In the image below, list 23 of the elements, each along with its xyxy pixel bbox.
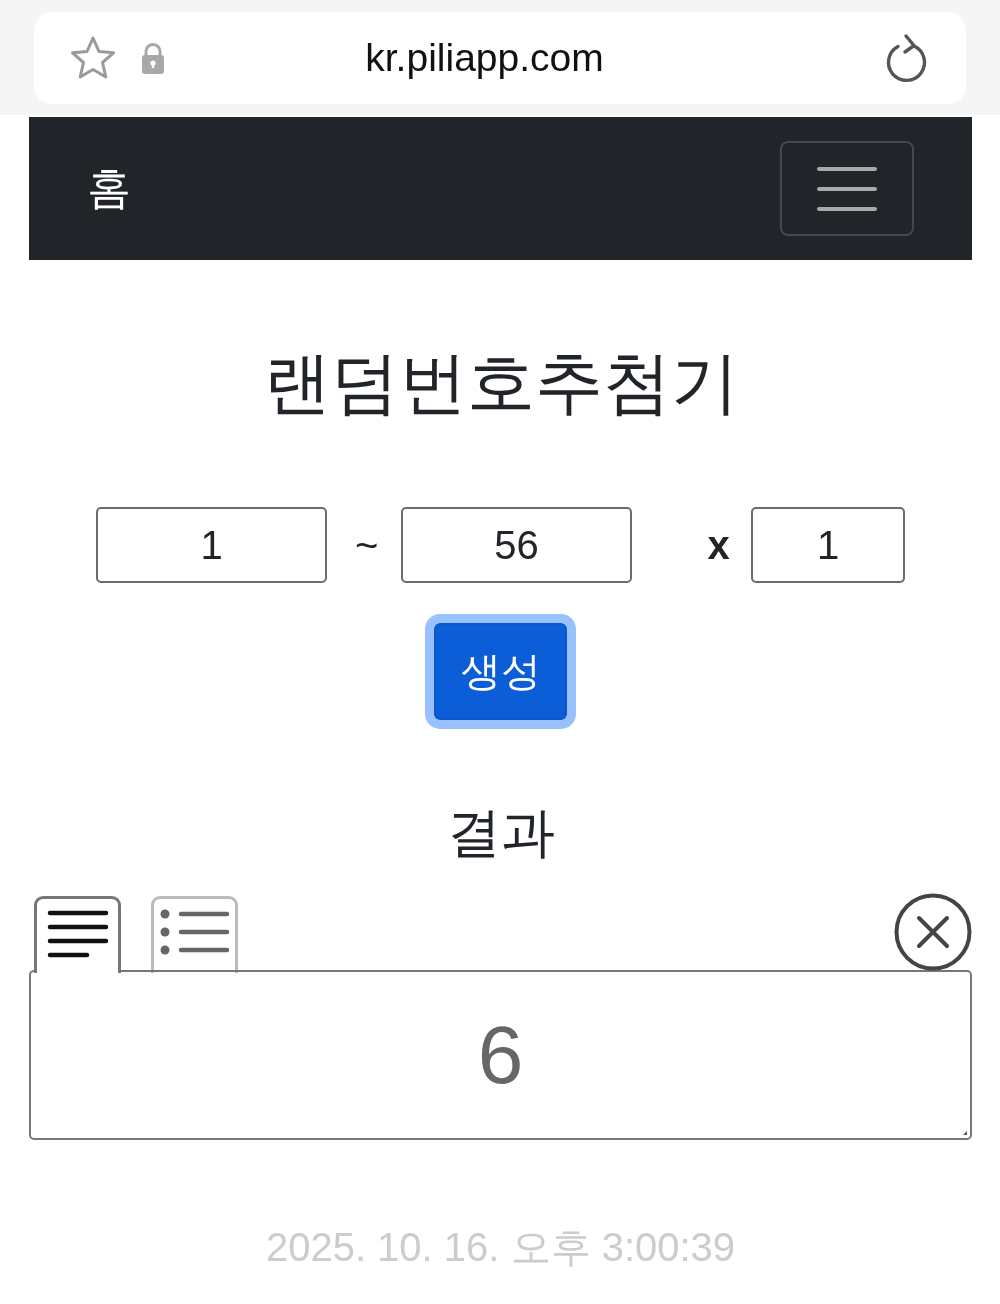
page-title: 랜덤번호추첨기 [261, 343, 740, 422]
text-lines-icon [46, 909, 109, 959]
result-heading: 결과 [445, 801, 556, 864]
lock-icon [141, 42, 165, 74]
generate-button[interactable]: 생성 [425, 614, 576, 729]
resize-grip-icon[interactable] [963, 1131, 967, 1135]
result-field[interactable]: 6 [29, 970, 972, 1140]
reload-icon[interactable] [884, 33, 928, 83]
count-field[interactable]: 1 [751, 507, 905, 583]
close-button[interactable] [894, 893, 972, 971]
close-icon [894, 893, 972, 971]
menu-button[interactable] [780, 141, 914, 236]
times-label: x [707, 522, 730, 568]
home-link[interactable]: 홈 [87, 159, 131, 218]
menu-icon [817, 165, 877, 212]
range-separator: ~ [355, 522, 378, 568]
star-icon[interactable] [69, 35, 117, 81]
view-tab[interactable] [34, 896, 121, 973]
address-bar[interactable]: kr.piliapp.com [34, 12, 966, 104]
bullet-list-icon [159, 909, 230, 955]
url-text: kr.piliapp.com [364, 36, 605, 80]
max-field[interactable]: 56 [401, 507, 632, 583]
min-field[interactable]: 1 [96, 507, 327, 583]
